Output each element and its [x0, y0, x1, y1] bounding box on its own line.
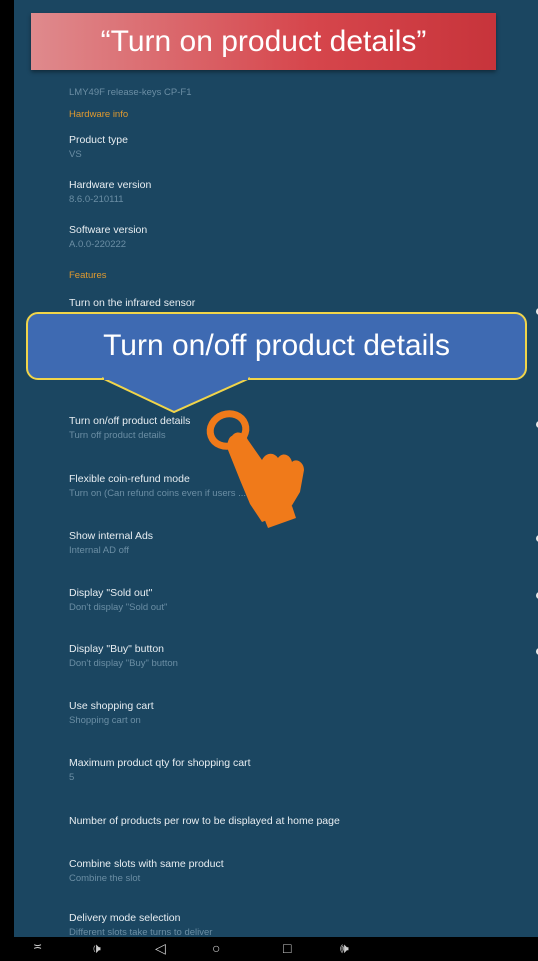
- setting-internal-ads[interactable]: Show internal Ads Internal AD off: [69, 530, 153, 556]
- setting-subtitle: 8.6.0-210111: [69, 194, 124, 205]
- setting-title: Turn on/off product details: [69, 415, 191, 427]
- setting-title: Turn on the infrared sensor: [69, 297, 196, 309]
- setting-title: Show internal Ads: [69, 530, 154, 542]
- settings-screen: LMY49F release-keys CP-F1 Hardware info …: [14, 0, 538, 937]
- recents-icon[interactable]: □: [283, 940, 291, 956]
- setting-title: Product type: [69, 134, 128, 146]
- setting-subtitle: A.0.0-220222: [69, 239, 127, 250]
- callout-label: Turn on/off product details: [26, 312, 527, 380]
- setting-title: Hardware version: [69, 179, 152, 191]
- setting-max-cart-qty[interactable]: Maximum product qty for shopping cart 5: [69, 757, 251, 783]
- callout-pointer: [101, 376, 251, 414]
- back-icon[interactable]: ◁: [155, 940, 166, 957]
- build-number: LMY49F release-keys CP-F1: [69, 87, 191, 98]
- hand-pointer-icon: [206, 410, 304, 528]
- system-nav-bar: ≍ 🕩 ◁ ○ □ 🕪: [0, 937, 538, 961]
- section-features: Features: [69, 270, 107, 281]
- build-number-value: LMY49F release-keys CP-F1: [69, 87, 192, 98]
- setting-product-type[interactable]: Product type VS: [69, 134, 128, 160]
- setting-subtitle: VS: [69, 149, 82, 160]
- setting-combine-slots[interactable]: Combine slots with same product Combine …: [69, 858, 224, 884]
- setting-hardware-version[interactable]: Hardware version 8.6.0-210111: [69, 179, 151, 205]
- setting-sold-out[interactable]: Display "Sold out" Don't display "Sold o…: [69, 587, 167, 613]
- setting-subtitle: Don't display "Sold out": [69, 602, 168, 613]
- setting-title: Software version: [69, 224, 148, 236]
- setting-title: Display "Buy" button: [69, 643, 165, 655]
- setting-title: Combine slots with same product: [69, 858, 224, 870]
- instruction-banner: “Turn on product details”: [31, 13, 496, 70]
- home-icon[interactable]: ○: [212, 940, 220, 956]
- setting-title: Maximum product qty for shopping cart: [69, 757, 251, 769]
- setting-shopping-cart[interactable]: Use shopping cart Shopping cart on: [69, 700, 154, 726]
- setting-subtitle: Shopping cart on: [69, 715, 141, 726]
- setting-subtitle: Combine the slot: [69, 873, 141, 884]
- setting-subtitle: 5: [69, 772, 75, 783]
- setting-infrared-sensor[interactable]: Turn on the infrared sensor: [69, 297, 195, 309]
- setting-title: Display "Sold out": [69, 587, 153, 599]
- setting-software-version[interactable]: Software version A.0.0-220222: [69, 224, 147, 250]
- setting-title: Use shopping cart: [69, 700, 154, 712]
- setting-title: Delivery mode selection: [69, 912, 181, 924]
- volume-up-icon[interactable]: 🕪: [340, 940, 349, 957]
- setting-subtitle: Different slots take turns to deliver: [69, 927, 213, 937]
- setting-buy-button[interactable]: Display "Buy" button Don't display "Buy"…: [69, 643, 178, 669]
- setting-subtitle: Turn off product details: [69, 430, 166, 441]
- setting-products-per-row[interactable]: Number of products per row to be display…: [69, 815, 340, 827]
- volume-down-icon[interactable]: 🕩: [92, 940, 101, 957]
- setting-subtitle: Internal AD off: [69, 545, 130, 556]
- setting-title: Number of products per row to be display…: [69, 815, 340, 827]
- setting-delivery-mode[interactable]: Delivery mode selection Different slots …: [69, 912, 212, 937]
- setting-subtitle: Don't display "Buy" button: [69, 658, 178, 669]
- menu-icon[interactable]: ≍: [33, 940, 42, 953]
- setting-product-details[interactable]: Turn on/off product details Turn off pro…: [69, 415, 190, 441]
- section-hardware-info: Hardware info: [69, 109, 129, 120]
